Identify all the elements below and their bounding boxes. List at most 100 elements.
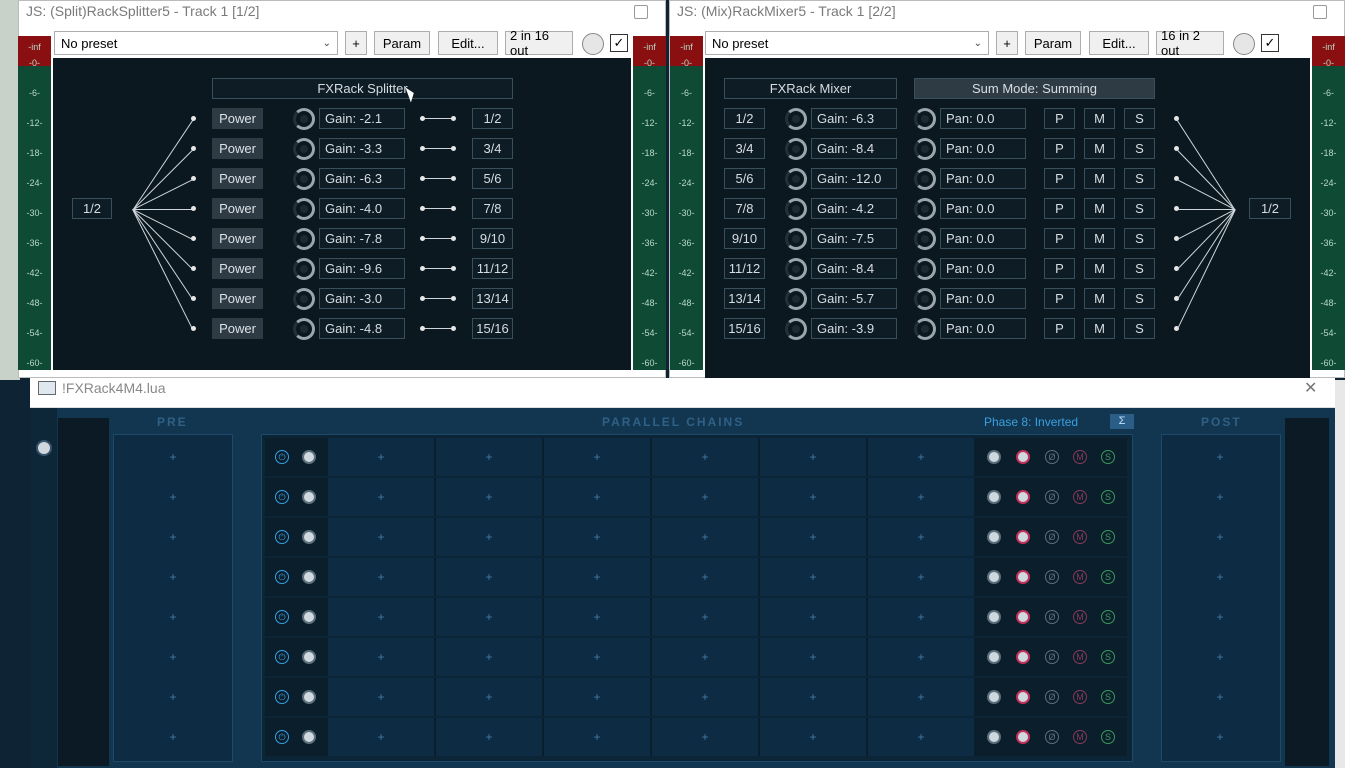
gain-knob[interactable] <box>785 168 807 190</box>
chain-slot[interactable]: + <box>760 478 866 516</box>
io-config-button[interactable]: 16 in 2 out <box>1156 28 1224 58</box>
pre-slot[interactable]: + <box>119 678 227 716</box>
preset-dropdown[interactable]: No preset ⌄ <box>54 31 338 55</box>
solo-button[interactable]: S <box>1124 288 1155 309</box>
chain-power-icon[interactable]: ⏻ <box>275 650 289 664</box>
solo-icon[interactable]: S <box>1101 610 1115 624</box>
phase-invert-icon[interactable]: Ø <box>1045 490 1059 504</box>
gain-field[interactable]: Gain: -9.6 <box>319 258 405 279</box>
mute-button[interactable]: M <box>1084 108 1115 129</box>
pan-field[interactable]: Pan: 0.0 <box>940 228 1026 249</box>
mute-icon[interactable]: M <box>1073 730 1087 744</box>
gain-field[interactable]: Gain: -8.4 <box>811 258 897 279</box>
mute-button[interactable]: M <box>1084 228 1115 249</box>
power-button[interactable]: Power <box>212 228 263 249</box>
chain-slot[interactable]: + <box>436 438 542 476</box>
add-button[interactable]: + <box>345 31 367 55</box>
chain-width-knob[interactable] <box>1016 730 1030 744</box>
chain-slot[interactable]: + <box>652 678 758 716</box>
post-slot[interactable]: + <box>1166 558 1274 596</box>
chain-slot[interactable]: + <box>544 678 650 716</box>
pan-field[interactable]: Pan: 0.0 <box>940 198 1026 219</box>
pan-knob[interactable] <box>914 318 936 340</box>
phase-button[interactable]: P <box>1044 228 1075 249</box>
param-button[interactable]: Param <box>374 31 430 55</box>
chain-width-knob[interactable] <box>1016 650 1030 664</box>
phase-button[interactable]: P <box>1044 198 1075 219</box>
post-slot[interactable]: + <box>1166 678 1274 716</box>
chain-power-icon[interactable]: ⏻ <box>275 530 289 544</box>
close-icon[interactable]: ✕ <box>1304 378 1317 398</box>
gain-field[interactable]: Gain: -5.7 <box>811 288 897 309</box>
mute-icon[interactable]: M <box>1073 450 1087 464</box>
pre-slot[interactable]: + <box>119 598 227 636</box>
pre-slot[interactable]: + <box>119 558 227 596</box>
post-slot[interactable]: + <box>1166 598 1274 636</box>
chain-slot[interactable]: + <box>328 438 434 476</box>
gain-knob[interactable] <box>785 138 807 160</box>
rail-knob[interactable] <box>36 440 52 456</box>
pan-knob[interactable] <box>914 258 936 280</box>
mute-button[interactable]: M <box>1084 198 1115 219</box>
post-slot[interactable]: + <box>1166 718 1274 756</box>
power-button[interactable]: Power <box>212 198 263 219</box>
phase-button[interactable]: P <box>1044 108 1075 129</box>
phase-invert-icon[interactable]: Ø <box>1045 730 1059 744</box>
post-slot[interactable]: + <box>1166 478 1274 516</box>
chain-power-icon[interactable]: ⏻ <box>275 730 289 744</box>
gain-field[interactable]: Gain: -3.0 <box>319 288 405 309</box>
post-slot[interactable]: + <box>1166 518 1274 556</box>
gain-field[interactable]: Gain: -12.0 <box>811 168 897 189</box>
chain-slot[interactable]: + <box>760 518 866 556</box>
solo-icon[interactable]: S <box>1101 650 1115 664</box>
chain-slot[interactable]: + <box>544 518 650 556</box>
chain-slot[interactable]: + <box>760 598 866 636</box>
chain-width-knob[interactable] <box>1016 690 1030 704</box>
bypass-checkbox[interactable]: ✓ <box>1261 34 1279 52</box>
mute-icon[interactable]: M <box>1073 530 1087 544</box>
pan-knob[interactable] <box>914 138 936 160</box>
chain-slot[interactable]: + <box>544 598 650 636</box>
gain-knob[interactable] <box>293 138 315 160</box>
chain-power-icon[interactable]: ⏻ <box>275 690 289 704</box>
chain-width-knob[interactable] <box>1016 490 1030 504</box>
mute-button[interactable]: M <box>1084 318 1115 339</box>
gain-knob[interactable] <box>293 168 315 190</box>
solo-icon[interactable]: S <box>1101 530 1115 544</box>
gain-field[interactable]: Gain: -3.9 <box>811 318 897 339</box>
chain-slot[interactable]: + <box>652 478 758 516</box>
chain-slot[interactable]: + <box>868 518 974 556</box>
chain-slot[interactable]: + <box>544 438 650 476</box>
mute-button[interactable]: M <box>1084 138 1115 159</box>
chain-pan-knob[interactable] <box>987 570 1001 584</box>
pan-field[interactable]: Pan: 0.0 <box>940 288 1026 309</box>
phase-invert-icon[interactable]: Ø <box>1045 530 1059 544</box>
pre-slot[interactable]: + <box>119 638 227 676</box>
phase-button[interactable]: P <box>1044 318 1075 339</box>
pre-slot[interactable]: + <box>119 438 227 476</box>
mute-icon[interactable]: M <box>1073 650 1087 664</box>
gain-field[interactable]: Gain: -2.1 <box>319 108 405 129</box>
chain-slot[interactable]: + <box>436 558 542 596</box>
chain-slot[interactable]: + <box>436 638 542 676</box>
gain-knob[interactable] <box>785 228 807 250</box>
chain-slot[interactable]: + <box>760 638 866 676</box>
sum-sigma-button[interactable]: Σ <box>1110 414 1134 429</box>
gain-knob[interactable] <box>293 108 315 130</box>
gain-knob[interactable] <box>785 108 807 130</box>
gain-field[interactable]: Gain: -4.0 <box>319 198 405 219</box>
chain-width-knob[interactable] <box>1016 570 1030 584</box>
gain-knob[interactable] <box>785 318 807 340</box>
chain-slot[interactable]: + <box>544 718 650 756</box>
pan-knob[interactable] <box>914 108 936 130</box>
mute-button[interactable]: M <box>1084 288 1115 309</box>
phase-invert-icon[interactable]: Ø <box>1045 570 1059 584</box>
chain-slot[interactable]: + <box>760 678 866 716</box>
solo-button[interactable]: S <box>1124 138 1155 159</box>
chain-gain-knob[interactable] <box>302 650 316 664</box>
gain-knob[interactable] <box>785 198 807 220</box>
chain-slot[interactable]: + <box>544 558 650 596</box>
chain-slot[interactable]: + <box>544 638 650 676</box>
pan-field[interactable]: Pan: 0.0 <box>940 108 1026 129</box>
power-button[interactable]: Power <box>212 288 263 309</box>
